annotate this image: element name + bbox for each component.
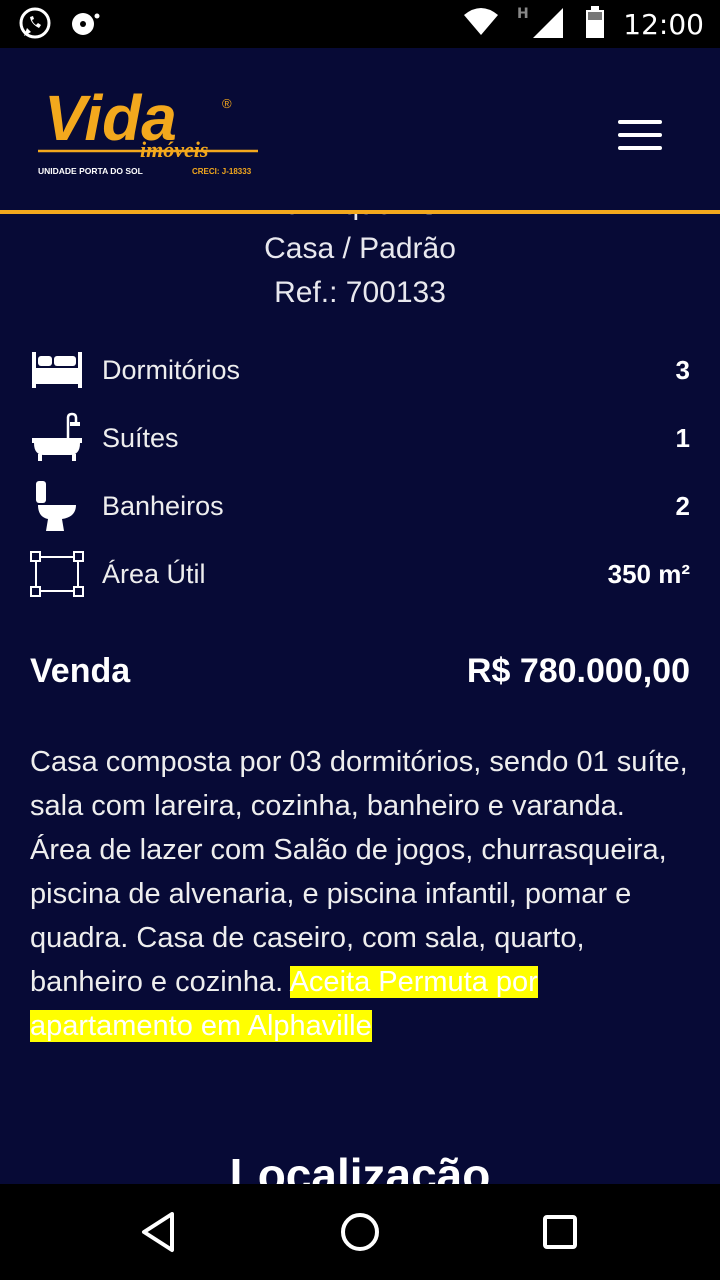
feature-label: Dormitórios [102,354,241,385]
battery-icon [585,5,605,43]
feature-suites: Suítes 1 [30,410,690,466]
svg-text:®: ® [222,96,232,111]
feature-label: Suítes [102,422,179,453]
sale-price: R$ 780.000,00 [466,652,690,690]
vida-imoveis-logo[interactable]: Vida ® imóveis UNIDADE PORTA DO SOL CREC… [36,78,266,188]
feature-bedrooms: Dormitórios 3 [30,342,690,398]
feature-value: 3 [675,354,690,385]
recents-icon[interactable] [536,1208,584,1256]
bathtub-icon [30,411,84,465]
home-icon[interactable] [336,1208,384,1256]
description-text: Casa composta por 03 dormitórios, sendo … [30,746,688,998]
location-section-title: Localização [229,1149,491,1184]
svg-text:UNIDADE PORTA DO SOL: UNIDADE PORTA DO SOL [38,166,143,176]
property-description: Casa composta por 03 dormitórios, sendo … [30,740,690,1048]
feature-label: Área Útil [102,558,206,589]
svg-text:imóveis: imóveis [140,137,208,162]
svg-text:CRECI: J-18333: CRECI: J-18333 [192,167,252,176]
back-icon[interactable] [136,1208,184,1256]
svg-text:H: H [517,6,529,22]
property-ref: Ref.: 700133 [274,276,446,309]
android-nav-bar [0,1184,720,1280]
signal-h-icon: H [517,4,567,45]
clock: 12:00 [623,7,704,41]
sale-label: Venda [30,652,131,690]
site-header: Vida ® imóveis UNIDADE PORTA DO SOL CREC… [0,48,720,214]
voicemail-icon [68,6,102,45]
feature-label: Banheiros [102,490,224,521]
feature-value: 1 [675,422,690,453]
property-type: Casa / Padrão [264,232,456,265]
feature-area: Área Útil 350 m² [30,546,690,602]
toilet-icon [30,479,84,533]
area-icon [30,547,84,601]
property-details: Mairinque - SP Casa / Padrão Ref.: 70013… [0,166,720,1184]
bed-icon [30,343,84,397]
feature-value: 350 m² [607,558,690,589]
whatsapp-icon [18,6,52,45]
hamburger-menu-icon[interactable] [618,120,662,150]
feature-value: 2 [675,490,690,521]
status-bar: H 12:00 [0,0,720,48]
feature-bathrooms: Banheiros 2 [30,478,690,534]
wifi-icon [463,7,499,42]
